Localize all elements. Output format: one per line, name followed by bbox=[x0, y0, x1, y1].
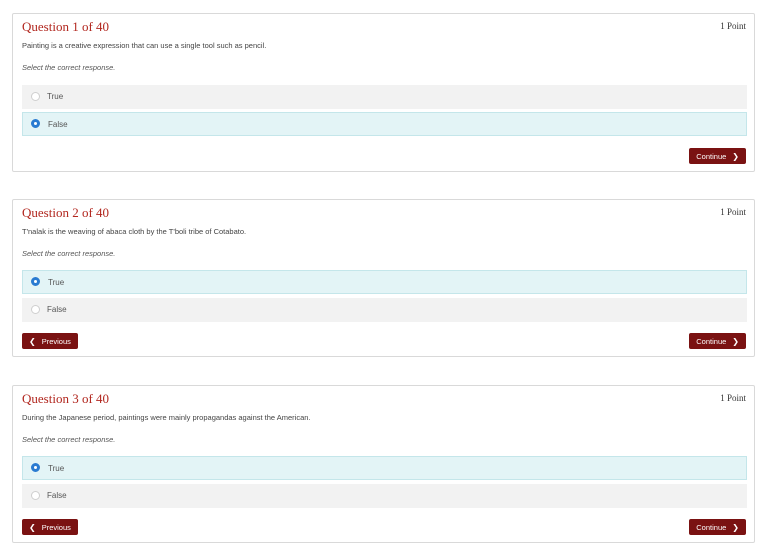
radio-button[interactable] bbox=[31, 119, 40, 128]
option-label: False bbox=[47, 491, 67, 500]
question-title: Question 3 of 40 bbox=[22, 391, 110, 406]
continue-button[interactable]: Continue ❯ bbox=[689, 333, 746, 349]
previous-label: Previous bbox=[41, 522, 71, 532]
continue-button[interactable]: Continue ❯ bbox=[689, 148, 746, 164]
continue-button[interactable]: Continue ❯ bbox=[689, 519, 746, 535]
previous-label: Previous bbox=[41, 336, 71, 346]
question-points: 1 Point bbox=[720, 21, 746, 31]
option-true[interactable]: True bbox=[22, 270, 747, 294]
option-label: False bbox=[47, 305, 67, 314]
option-false[interactable]: False bbox=[22, 112, 747, 136]
question-points: 1 Point bbox=[720, 393, 746, 403]
question-card-2: Question 2 of 40 1 Point T'nalak is the … bbox=[12, 199, 755, 357]
question-prompt: T'nalak is the weaving of abaca cloth by… bbox=[22, 227, 247, 236]
continue-label: Continue bbox=[696, 151, 727, 161]
option-true[interactable]: True bbox=[22, 456, 747, 480]
radio-button[interactable] bbox=[31, 463, 40, 472]
option-false[interactable]: False bbox=[22, 484, 747, 508]
previous-button[interactable]: ❮ Previous bbox=[22, 519, 78, 535]
radio-button[interactable] bbox=[31, 277, 40, 286]
question-instruction: Select the correct response. bbox=[22, 63, 116, 72]
question-prompt: Painting is a creative expression that c… bbox=[22, 41, 267, 50]
question-card-1: Question 1 of 40 1 Point Painting is a c… bbox=[12, 13, 755, 172]
question-title: Question 2 of 40 bbox=[22, 205, 110, 220]
option-true[interactable]: True bbox=[22, 85, 747, 109]
chevron-right-icon: ❯ bbox=[732, 151, 739, 161]
chevron-right-icon: ❯ bbox=[732, 522, 739, 532]
option-label: True bbox=[47, 92, 64, 101]
option-label: True bbox=[48, 278, 65, 287]
option-label: False bbox=[48, 120, 68, 129]
continue-label: Continue bbox=[696, 336, 727, 346]
radio-button[interactable] bbox=[31, 92, 40, 101]
question-title: Question 1 of 40 bbox=[22, 19, 110, 34]
question-instruction: Select the correct response. bbox=[22, 435, 116, 444]
option-label: True bbox=[48, 464, 65, 473]
continue-label: Continue bbox=[696, 522, 727, 532]
option-false[interactable]: False bbox=[22, 298, 747, 322]
question-prompt: During the Japanese period, paintings we… bbox=[22, 413, 311, 422]
previous-button[interactable]: ❮ Previous bbox=[22, 333, 78, 349]
chevron-left-icon: ❮ bbox=[29, 336, 36, 346]
question-card-3: Question 3 of 40 1 Point During the Japa… bbox=[12, 385, 755, 543]
chevron-left-icon: ❮ bbox=[29, 522, 36, 532]
question-instruction: Select the correct response. bbox=[22, 249, 116, 258]
chevron-right-icon: ❯ bbox=[732, 336, 739, 346]
radio-button[interactable] bbox=[31, 305, 40, 314]
radio-button[interactable] bbox=[31, 491, 40, 500]
question-points: 1 Point bbox=[720, 207, 746, 217]
